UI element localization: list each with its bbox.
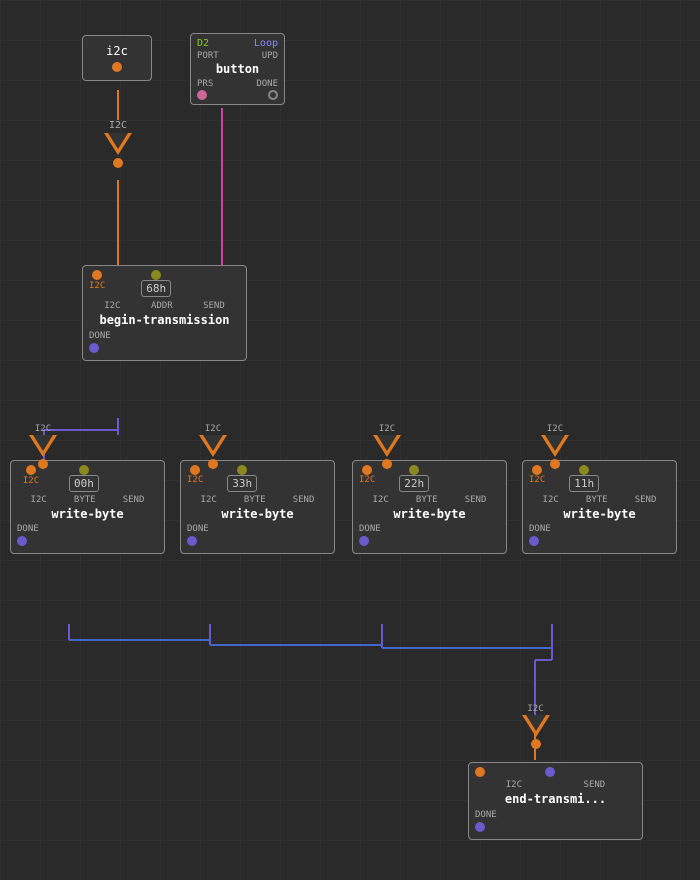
upd-label: UPD xyxy=(262,51,278,61)
wb1-done-port[interactable] xyxy=(17,536,27,546)
wb3-title: write-byte xyxy=(359,507,500,521)
i2c-label: i2c xyxy=(106,44,128,58)
wb4-title: write-byte xyxy=(529,507,670,521)
wb3-byte-label: BYTE xyxy=(416,495,438,505)
end-trans-arrow-triangle xyxy=(522,715,550,737)
i2c-arrow1-triangle xyxy=(104,133,132,155)
done-label: DONE xyxy=(256,79,278,89)
i2c-arrow1-out[interactable] xyxy=(113,158,123,168)
begin-send-label: SEND xyxy=(203,301,225,311)
prs-port[interactable] xyxy=(197,90,207,100)
wb4-send-label: SEND xyxy=(635,495,657,505)
begin-addr-in[interactable] xyxy=(151,270,161,280)
wb2-byte-value: 33h xyxy=(227,475,257,492)
button-node[interactable]: D2 Loop PORT UPD button PRS DONE xyxy=(190,33,285,105)
wb4-byte-in[interactable] xyxy=(579,465,589,475)
end-send-in[interactable] xyxy=(545,767,555,777)
wb4-i2c-converter[interactable]: I2C xyxy=(530,420,580,469)
wb1-byte-label: BYTE xyxy=(74,495,96,505)
port-label: PORT xyxy=(197,51,219,61)
wb1-i2c-converter[interactable]: I2C xyxy=(18,420,68,469)
write-byte-2[interactable]: I2C 33h I2C BYTE SEND write-byte DONE xyxy=(180,460,335,554)
end-transmission-node[interactable]: I2C SEND end-transmi... DONE xyxy=(468,762,643,840)
wb2-title: write-byte xyxy=(187,507,328,521)
write-byte-4[interactable]: I2C 11h I2C BYTE SEND write-byte DONE xyxy=(522,460,677,554)
end-trans-arrow-out[interactable] xyxy=(531,739,541,749)
wb3-byte-value: 22h xyxy=(399,475,429,492)
wb3-i2c-converter[interactable]: I2C xyxy=(362,420,412,469)
wb1-i2c-label: I2C xyxy=(31,495,47,505)
wb4-arrow-out[interactable] xyxy=(550,459,560,469)
loop-badge: Loop xyxy=(254,38,278,49)
wb2-arrow-out[interactable] xyxy=(208,459,218,469)
wb1-arrow-triangle xyxy=(29,435,57,457)
d2-badge: D2 xyxy=(197,38,209,49)
wb2-byte-label: BYTE xyxy=(244,495,266,505)
end-trans-title: end-transmi... xyxy=(475,792,636,806)
wb2-send-label: SEND xyxy=(293,495,315,505)
canvas: i2c D2 Loop PORT UPD button PRS DONE I2C xyxy=(0,0,700,880)
wb3-arrow-triangle xyxy=(373,435,401,457)
begin-transmission-node[interactable]: I2C 68h I2C ADDR SEND begin-transmission… xyxy=(82,265,247,361)
wb4-arrow-triangle xyxy=(541,435,569,457)
wb3-arrow-out[interactable] xyxy=(382,459,392,469)
wb4-done-port[interactable] xyxy=(529,536,539,546)
i2c-converter-1[interactable]: I2C xyxy=(88,120,148,168)
begin-done-label: DONE xyxy=(89,331,111,341)
begin-done-port[interactable] xyxy=(89,343,99,353)
begin-addr-label: ADDR xyxy=(151,301,173,311)
wb2-done-port[interactable] xyxy=(187,536,197,546)
i2c-node[interactable]: i2c xyxy=(82,35,152,81)
wb2-i2c-converter[interactable]: I2C xyxy=(188,420,238,469)
end-send-label: SEND xyxy=(584,780,606,790)
end-i2c-in[interactable] xyxy=(475,767,485,777)
addr-value: 68h xyxy=(141,280,171,297)
write-byte-1[interactable]: I2C 00h I2C BYTE SEND write-byte DONE xyxy=(10,460,165,554)
wb1-send-label: SEND xyxy=(123,495,145,505)
wb1-byte-in[interactable] xyxy=(79,465,89,475)
wb2-byte-in[interactable] xyxy=(237,465,247,475)
end-trans-i2c-converter[interactable]: I2C xyxy=(508,700,563,749)
wb2-arrow-triangle xyxy=(199,435,227,457)
end-done-port[interactable] xyxy=(475,822,485,832)
wb3-i2c-label: I2C xyxy=(373,495,389,505)
begin-i2c-in[interactable] xyxy=(92,270,102,280)
wb1-title: write-byte xyxy=(17,507,158,521)
wb2-i2c-label: I2C xyxy=(201,495,217,505)
begin-i2c-label: I2C xyxy=(104,301,120,311)
wb1-arrow-out[interactable] xyxy=(38,459,48,469)
wb3-done-port[interactable] xyxy=(359,536,369,546)
wb4-byte-label: BYTE xyxy=(586,495,608,505)
done-port[interactable] xyxy=(268,90,278,100)
wb4-i2c-label: I2C xyxy=(543,495,559,505)
i2c-arrow1-label: I2C xyxy=(109,120,127,131)
wb3-send-label: SEND xyxy=(465,495,487,505)
begin-trans-title: begin-transmission xyxy=(89,313,240,327)
button-title: button xyxy=(197,62,278,76)
end-i2c-label: I2C xyxy=(506,780,522,790)
i2c-out-port[interactable] xyxy=(112,62,122,72)
wb4-byte-value: 11h xyxy=(569,475,599,492)
prs-label: PRS xyxy=(197,79,213,89)
write-byte-3[interactable]: I2C 22h I2C BYTE SEND write-byte DONE xyxy=(352,460,507,554)
wb1-byte-value: 00h xyxy=(69,475,99,492)
